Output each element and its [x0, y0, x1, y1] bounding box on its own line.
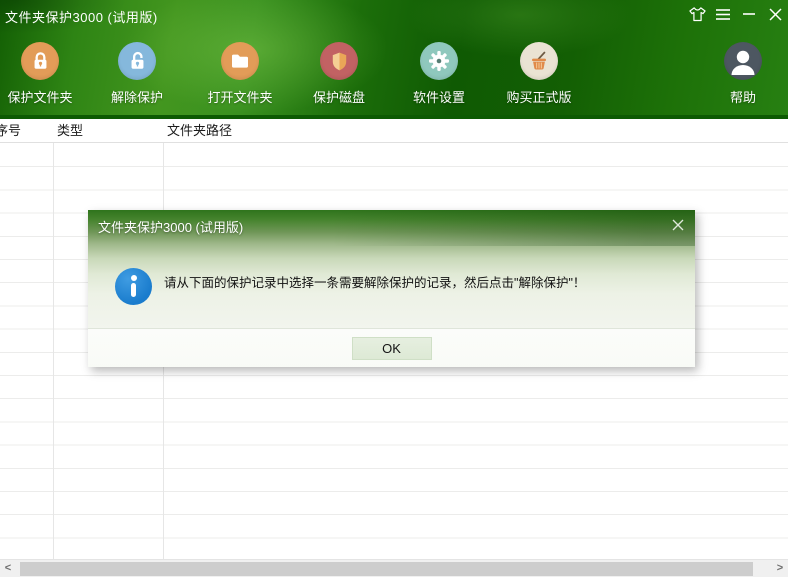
horizontal-scrollbar[interactable]: < >: [0, 559, 788, 577]
toolbar-label: 软件设置: [391, 87, 487, 106]
toolbar-label: 打开文件夹: [192, 87, 288, 106]
column-divider[interactable]: [53, 119, 54, 559]
basket-icon: [520, 42, 558, 80]
window-controls: [684, 0, 788, 28]
shield-icon: [320, 42, 358, 80]
scrollbar-thumb[interactable]: [20, 562, 753, 576]
minimize-icon[interactable]: [736, 1, 762, 27]
dialog-body: 请从下面的保护记录中选择一条需要解除保护的记录，然后点击"解除保护"！: [88, 238, 695, 328]
dialog-message: 请从下面的保护记录中选择一条需要解除保护的记录，然后点击"解除保护"！: [164, 275, 664, 292]
column-header-type[interactable]: 类型: [57, 119, 83, 143]
toolbar-button-help[interactable]: 帮助: [695, 42, 788, 106]
folder-icon: [221, 42, 259, 80]
toolbar-label: 保护文件夹: [0, 87, 88, 106]
column-header-index[interactable]: 序号: [0, 119, 21, 143]
close-icon[interactable]: [762, 1, 788, 27]
message-dialog: 文件夹保护3000 (试用版) 请从下面的保护记录中选择一条需要解除保护的记录，…: [88, 210, 695, 367]
toolbar-button-protect-folder[interactable]: 保护文件夹: [0, 42, 88, 106]
toolbar-button-settings[interactable]: 软件设置: [391, 42, 487, 106]
toolbar-label: 解除保护: [89, 87, 185, 106]
titlebar: 文件夹保护3000 (试用版): [0, 0, 788, 28]
app-title: 文件夹保护3000 (试用版): [5, 7, 158, 26]
scroll-left-icon[interactable]: <: [0, 560, 16, 577]
toolbar-button-open-folder[interactable]: 打开文件夹: [192, 42, 288, 106]
ok-button[interactable]: OK: [352, 337, 432, 360]
main-menu-icon[interactable]: [710, 1, 736, 27]
table-header: 序号 类型 文件夹路径: [0, 119, 788, 143]
gear-icon: [420, 42, 458, 80]
app-header: 文件夹保护3000 (试用版) 保护文件夹: [0, 0, 788, 119]
dialog-title: 文件夹保护3000 (试用版): [98, 217, 243, 236]
dialog-footer: OK: [88, 328, 695, 367]
toolbar-label: 购买正式版: [491, 87, 587, 106]
toolbar-button-protect-disk[interactable]: 保护磁盘: [291, 42, 387, 106]
app-window: 文件夹保护3000 (试用版) 保护文件夹: [0, 0, 788, 577]
person-icon: [724, 42, 762, 80]
lock-open-icon: [118, 42, 156, 80]
skin-tshirt-icon[interactable]: [684, 1, 710, 27]
info-icon: [115, 268, 152, 305]
toolbar-label: 帮助: [695, 87, 788, 106]
dialog-close-icon[interactable]: [670, 217, 686, 233]
scroll-right-icon[interactable]: >: [772, 560, 788, 577]
column-header-folder-path[interactable]: 文件夹路径: [167, 119, 232, 143]
lock-closed-icon: [21, 42, 59, 80]
dialog-titlebar: 文件夹保护3000 (试用版): [88, 210, 695, 238]
toolbar-button-unprotect[interactable]: 解除保护: [89, 42, 185, 106]
toolbar-label: 保护磁盘: [291, 87, 387, 106]
toolbar-button-buy-full-version[interactable]: 购买正式版: [491, 42, 587, 106]
